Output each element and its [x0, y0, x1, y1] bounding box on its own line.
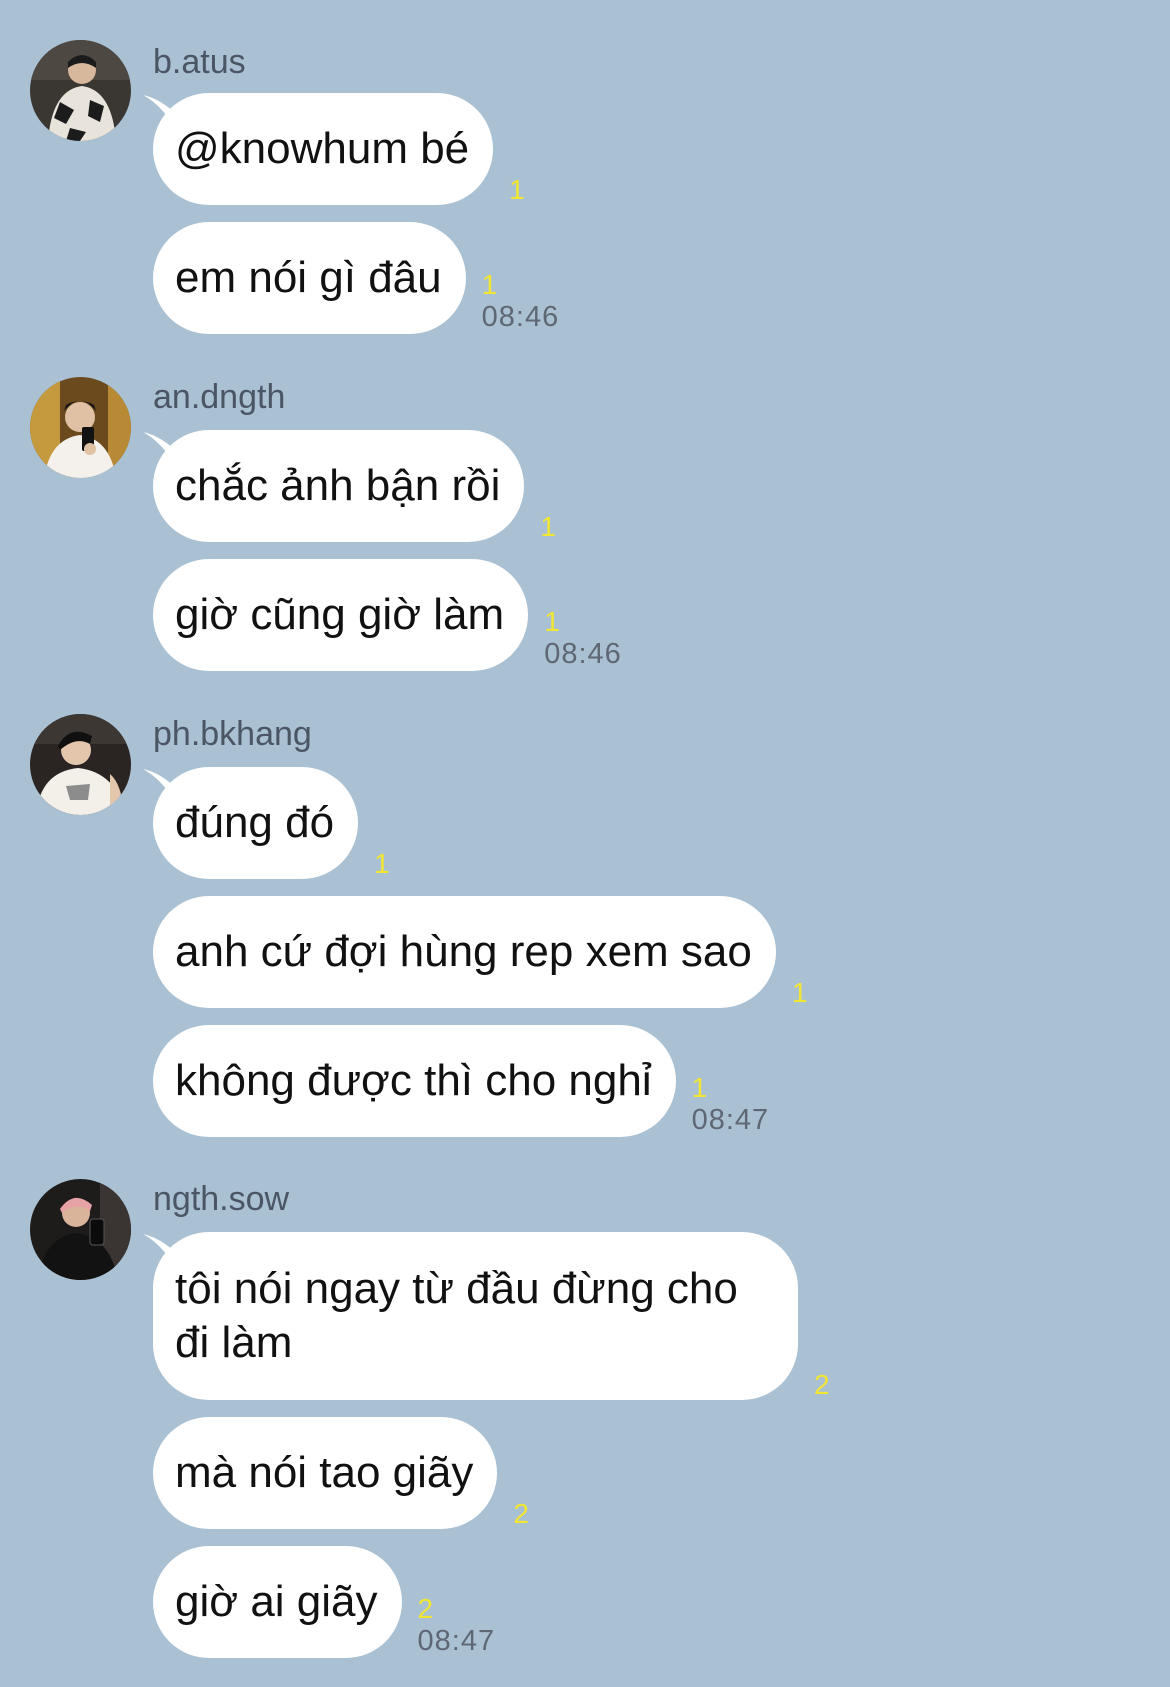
read-count: 1: [540, 511, 556, 542]
message-row: giờ cũng giờ làm 1 08:46: [153, 559, 622, 671]
message-meta: 1: [792, 978, 808, 1008]
read-count: 1: [544, 606, 560, 637]
timestamp: 08:46: [544, 638, 622, 670]
sender-name: ph.bkhang: [153, 715, 312, 753]
message-meta: 1 08:46: [544, 607, 622, 671]
message-text: giờ ai giãy: [175, 1577, 378, 1626]
message-bubble[interactable]: giờ cũng giờ làm: [153, 559, 529, 671]
message-text: tôi nói ngay từ đầu đừng cho đi làm: [175, 1264, 738, 1367]
message-row: @knowhum bé 1: [143, 93, 525, 205]
message-text: @knowhum bé: [175, 124, 470, 173]
read-count: 2: [513, 1498, 529, 1529]
message-bubble[interactable]: giờ ai giãy: [153, 1546, 402, 1658]
message-text: chắc ảnh bận rồi: [175, 461, 501, 510]
message-row: chắc ảnh bận rồi 1: [143, 430, 556, 542]
message-meta: 1: [374, 849, 390, 879]
sender-name: ngth.sow: [153, 1180, 290, 1218]
timestamp: 08:47: [691, 1104, 770, 1136]
timestamp: 08:46: [481, 301, 560, 333]
message-bubble[interactable]: em nói gì đâu: [153, 222, 466, 334]
avatar[interactable]: [30, 40, 131, 141]
read-count: 1: [691, 1072, 708, 1103]
message-bubble[interactable]: không được thì cho nghỉ: [153, 1025, 676, 1137]
message-row: em nói gì đâu 1 08:46: [153, 222, 559, 334]
sender-name: b.atus: [153, 43, 246, 81]
read-count: 2: [417, 1593, 434, 1624]
message-bubble[interactable]: anh cứ đợi hùng rep xem sao: [153, 896, 776, 1008]
message-meta: 2: [814, 1370, 830, 1400]
message-bubble[interactable]: tôi nói ngay từ đầu đừng cho đi làm: [153, 1232, 798, 1400]
message-text: không được thì cho nghỉ: [175, 1056, 652, 1105]
message-row: đúng đó 1: [143, 767, 390, 879]
message-bubble[interactable]: @knowhum bé: [153, 93, 494, 205]
read-count: 1: [481, 269, 498, 300]
bubble-tail: [143, 1234, 177, 1264]
message-text: em nói gì đâu: [175, 253, 442, 302]
message-text: anh cứ đợi hùng rep xem sao: [175, 927, 752, 976]
message-row: giờ ai giãy 2 08:47: [153, 1546, 495, 1658]
message-text: đúng đó: [175, 798, 335, 847]
read-count: 2: [814, 1369, 830, 1400]
read-count: 1: [509, 174, 525, 205]
read-count: 1: [791, 977, 808, 1008]
bubble-tail: [143, 432, 177, 462]
message-row: không được thì cho nghỉ 1 08:47: [153, 1025, 769, 1137]
message-text: mà nói tao giãy: [175, 1448, 474, 1497]
message-row: mà nói tao giãy 2: [153, 1417, 529, 1529]
avatar[interactable]: [30, 377, 131, 478]
bubble-tail: [143, 95, 177, 125]
avatar[interactable]: [30, 1179, 131, 1280]
message-text: giờ cũng giờ làm: [175, 590, 505, 639]
message-bubble[interactable]: chắc ảnh bận rồi: [153, 430, 525, 542]
avatar[interactable]: [30, 714, 131, 815]
message-bubble[interactable]: đúng đó: [153, 767, 359, 879]
message-meta: 1: [540, 512, 556, 542]
message-meta: 1 08:46: [482, 270, 560, 334]
message-meta: 2 08:47: [418, 1594, 496, 1658]
message-row: tôi nói ngay từ đầu đừng cho đi làm 2: [143, 1232, 830, 1400]
bubble-tail: [143, 769, 177, 799]
sender-name: an.dngth: [153, 378, 286, 416]
message-bubble[interactable]: mà nói tao giãy: [153, 1417, 498, 1529]
read-count: 1: [374, 848, 390, 879]
message-row: anh cứ đợi hùng rep xem sao 1: [153, 896, 807, 1008]
message-meta: 2: [513, 1499, 529, 1529]
message-meta: 1: [509, 175, 525, 205]
timestamp: 08:47: [417, 1625, 496, 1657]
message-meta: 1 08:47: [692, 1073, 770, 1137]
